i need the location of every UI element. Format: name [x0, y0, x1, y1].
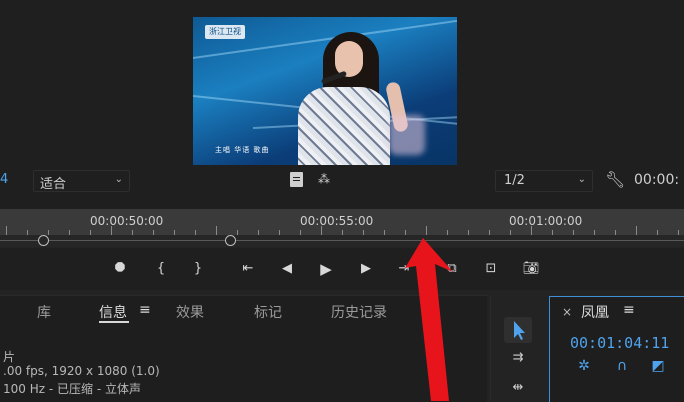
tab-library[interactable]: 库 — [37, 302, 51, 322]
channel-logo: 浙江卫视 — [205, 25, 245, 39]
zoom-track — [0, 240, 684, 241]
tab-history[interactable]: 历史记录 — [331, 302, 387, 322]
active-tab-indicator — [99, 321, 129, 323]
magnet-icon[interactable]: ∩ — [614, 358, 630, 374]
go-to-in-icon[interactable]: ⇤ — [238, 259, 258, 279]
ruler-tick — [321, 226, 322, 235]
overwrite-icon[interactable]: ⊡ — [481, 259, 501, 279]
play-icon[interactable]: ▶︎ — [316, 259, 336, 279]
info-clip-type: 片 — [3, 350, 16, 364]
step-back-icon[interactable]: ◀︎ — [277, 259, 297, 279]
tab-markers[interactable]: 标记 — [254, 302, 282, 322]
video-preview[interactable]: 浙江卫视 主唱 华语 歌曲 — [193, 17, 457, 165]
step-forward-icon[interactable]: ▶︎ — [356, 259, 376, 279]
zoom-handle-right[interactable] — [225, 235, 236, 246]
duration-timecode: 00:00: — [634, 172, 680, 188]
wrench-icon[interactable]: 🔧︎ — [605, 170, 625, 189]
info-audio-spec: 100 Hz - 已压缩 - 立体声 — [3, 382, 141, 396]
sequence-name[interactable]: 凤凰 — [581, 302, 609, 322]
ruler-tick-label: 00:00:55:00 — [300, 214, 374, 228]
track-select-icon[interactable]: ⇉ — [506, 350, 530, 368]
transport-bar — [0, 248, 684, 290]
selection-arrow-icon — [514, 321, 525, 340]
safe-margins-icon[interactable] — [290, 172, 303, 187]
resolution-dropdown[interactable]: 1/2 ⌄ — [495, 170, 593, 192]
fit-dropdown[interactable]: 适合 ⌄ — [33, 170, 130, 192]
marker-icon[interactable]: ⯃ — [110, 259, 130, 279]
mark-out-icon[interactable]: } — [188, 259, 208, 279]
snap-icon[interactable]: ✲ — [576, 358, 592, 374]
zoom-bar[interactable] — [0, 235, 684, 247]
annotation-arrow — [405, 238, 453, 401]
sequence-timecode[interactable]: 00:01:04:11 — [570, 334, 669, 352]
tab-effects[interactable]: 效果 — [176, 302, 204, 322]
ripple-edit-icon[interactable]: ⇹ — [506, 380, 530, 398]
ruler-tick-label: 00:01:00:00 — [509, 214, 583, 228]
fit-dropdown-value: 适合 — [40, 177, 67, 192]
close-icon[interactable]: × — [562, 305, 572, 319]
ruler-tick — [6, 226, 7, 235]
playhead-timecode-edge[interactable]: 4 — [0, 172, 8, 187]
arrow-shape — [405, 238, 453, 401]
sequence-menu-icon[interactable]: ≡ — [623, 302, 635, 318]
mosaic-blur — [389, 115, 425, 155]
chevron-down-icon: ⌄ — [577, 174, 586, 185]
ruler-tick — [636, 226, 637, 235]
resolution-dropdown-value: 1/2 — [504, 173, 525, 188]
export-frame-icon[interactable]: 📷︎ — [521, 259, 541, 279]
mark-in-icon[interactable]: { — [151, 259, 171, 279]
ruler-tick — [426, 226, 427, 235]
audio-waveform-icon[interactable]: ⁂ — [318, 172, 330, 186]
ruler-tick-label: 00:00:50:00 — [90, 214, 164, 228]
ruler-tick — [216, 226, 217, 235]
time-ruler[interactable]: 00:00:50:00 00:00:55:00 00:01:00:00 — [0, 209, 684, 235]
panel-menu-icon[interactable]: ≡ — [139, 302, 151, 318]
chevron-down-icon: ⌄ — [114, 174, 123, 185]
ruler-tick — [111, 226, 112, 235]
info-video-spec: .00 fps, 1920 x 1080 (1.0) — [3, 364, 160, 378]
zoom-handle-left[interactable] — [38, 235, 49, 246]
video-caption: 主唱 华语 歌曲 — [215, 146, 270, 154]
singer-body — [298, 87, 390, 165]
ruler-tick — [531, 226, 532, 235]
tab-info[interactable]: 信息 — [99, 302, 127, 322]
add-marker-icon[interactable]: ◩ — [650, 358, 666, 374]
selection-tool[interactable] — [504, 317, 532, 343]
